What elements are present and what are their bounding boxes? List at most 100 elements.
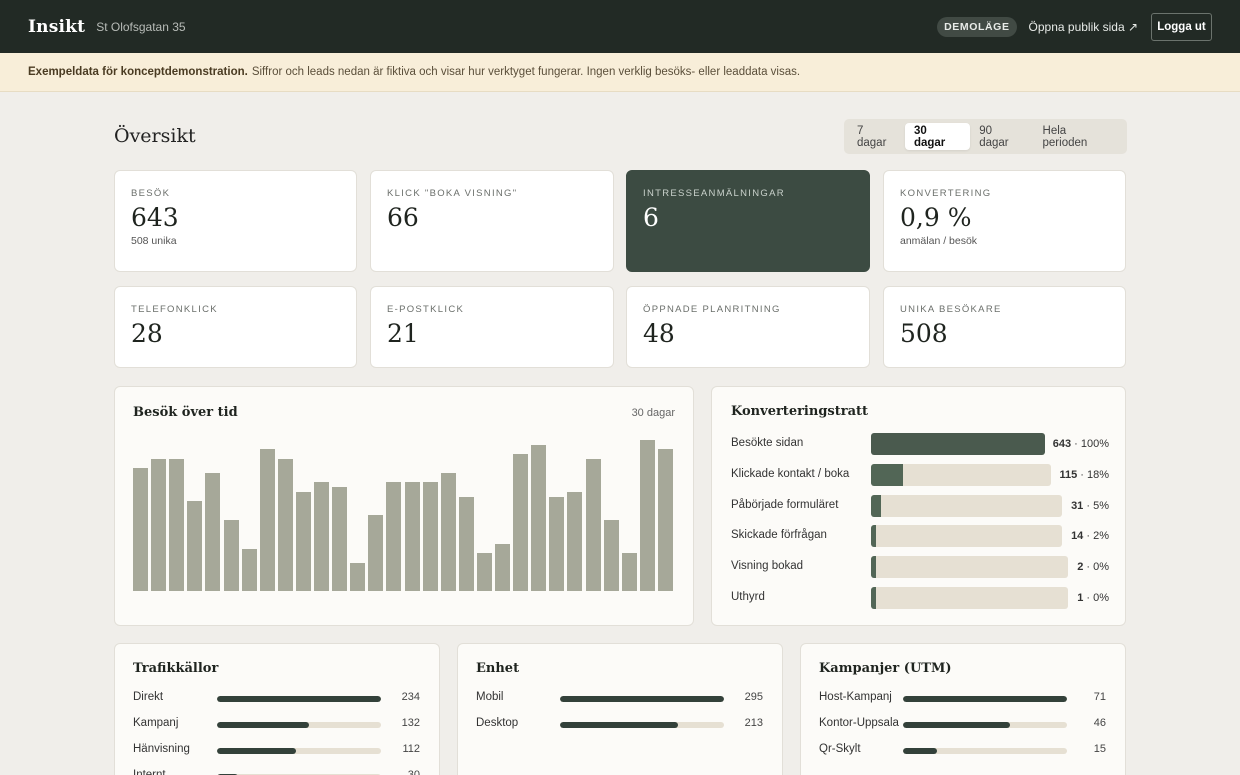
kpi-value: 508 [900, 319, 948, 348]
funnel-step-percent: · 0% [1086, 561, 1109, 574]
conversion-funnel-card: Konverteringstratt Besökte sidan 643 · 10… [711, 386, 1126, 626]
device-row: Desktop 213 [476, 717, 763, 733]
chart-bar [549, 497, 565, 591]
chart-bar [133, 468, 149, 591]
chart-bar [585, 459, 601, 591]
chart-bar [151, 459, 167, 591]
device-row-value: 295 [744, 691, 763, 703]
funnel-step-track [871, 494, 1062, 517]
chart-bar [639, 440, 655, 591]
kpi-card: TELEFONKLICK 28 [114, 286, 357, 368]
traffic-sources-card: Trafikkällor Direkt 234 Kampanj 132 Hänvisni… [114, 643, 440, 775]
traffic-row: Hänvisning 112 [133, 743, 420, 759]
chart-bar [476, 553, 492, 591]
brand-logo[interactable]: Insikt [28, 17, 85, 37]
chart-bar [314, 482, 330, 591]
campaigns-row-value: 15 [1093, 743, 1106, 755]
traffic-row: Internt 30 [133, 769, 420, 775]
funnel-step-label: Besökte sidan [731, 437, 804, 449]
open-public-page-link[interactable]: Öppna publik sida ↗ [1029, 20, 1138, 34]
chart-bar [621, 553, 637, 591]
funnel-step-percent: · 5% [1086, 499, 1109, 512]
top-navigation-bar: Insikt St Olofsgatan 35 DEMOLÄGE Öppna p… [0, 0, 1240, 53]
campaigns-row-label: Host-Kampanj [819, 691, 892, 703]
funnel-step: Besökte sidan 643 · 100% [731, 433, 1109, 455]
funnel-step-label: Skickade förfrågan [731, 529, 827, 542]
traffic-row-fill [217, 748, 296, 754]
logout-button[interactable]: Logga ut [1151, 12, 1212, 41]
device-row-track [560, 722, 724, 728]
funnel-step-fill [871, 525, 876, 548]
funnel-step-number: 115 [1059, 468, 1078, 481]
kpi-label: TELEFONKLICK [131, 304, 218, 315]
chart-bar [657, 449, 673, 591]
funnel-step-count: 14 · 2% [1071, 530, 1109, 542]
kpi-value: 643 [131, 203, 179, 232]
funnel-step-fill [871, 463, 904, 486]
funnel-step-label: Visning bokad [731, 560, 804, 573]
device-title: Enhet [476, 661, 520, 676]
funnel-step: Uthyrd 1 · 0% [731, 587, 1109, 609]
funnel-step-count: 1 · 0% [1077, 592, 1109, 604]
chart-bar [531, 445, 547, 591]
chart-bar [603, 520, 619, 591]
device-row-fill [560, 696, 724, 702]
chart-bar [241, 549, 257, 591]
chart-bar [332, 487, 348, 591]
funnel-step-number: 31 [1071, 499, 1084, 512]
campaigns-row: Qr-Skylt 15 [819, 743, 1106, 759]
range-tab[interactable]: 90 dagar [970, 123, 1033, 150]
funnel-step-fill [871, 433, 1045, 455]
traffic-row-value: 234 [401, 691, 420, 703]
range-tab[interactable]: 30 dagar [904, 123, 971, 150]
kpi-card: UNIKA BESÖKARE 508 [883, 286, 1126, 368]
campaigns-row-fill [903, 696, 1067, 702]
chart-bar [187, 501, 203, 591]
campaigns-row-track [903, 722, 1067, 728]
funnel-step-count: 115 · 18% [1059, 469, 1109, 481]
banner-bold-text: Exempeldata för konceptdemonstration. [28, 66, 248, 78]
demo-mode-badge: DEMOLÄGE [937, 16, 1017, 37]
device-row-value: 213 [744, 717, 763, 729]
traffic-row: Kampanj 132 [133, 717, 420, 733]
kpi-label: KONVERTERING [900, 188, 992, 199]
kpi-value: 28 [131, 319, 163, 348]
range-tab[interactable]: Hela perioden [1034, 123, 1123, 150]
traffic-row-label: Kampanj [133, 717, 179, 729]
date-range-tabs: 7 dagar 30 dagar 90 dagar Hela perioden [844, 119, 1127, 154]
traffic-row-label: Hänvisning [133, 743, 190, 755]
funnel-step-label: Påbörjade formuläret [731, 498, 839, 511]
funnel-step-number: 643 [1052, 438, 1072, 450]
traffic-row: Direkt 234 [133, 691, 420, 707]
visits-chart-title: Besök över tid [133, 405, 238, 420]
device-row-fill [560, 722, 679, 728]
funnel-step-track [871, 433, 1045, 455]
kpi-card: E-POSTKLICK 21 [370, 286, 614, 368]
chart-bar [495, 544, 511, 591]
campaigns-row-label: Qr-Skylt [819, 743, 861, 755]
traffic-row-value: 30 [407, 769, 420, 775]
device-row: Mobil 295 [476, 691, 763, 707]
chart-bar [386, 482, 402, 591]
range-tab[interactable]: 7 dagar [848, 123, 905, 150]
chart-bar [422, 482, 438, 591]
visits-chart-range: 30 dagar [631, 407, 675, 419]
property-address: St Olofsgatan 35 [96, 19, 186, 34]
device-row-label: Mobil [476, 691, 504, 703]
kpi-value: 0,9 % [900, 203, 972, 232]
kpi-label: UNIKA BESÖKARE [900, 304, 1002, 315]
traffic-row-track [217, 748, 381, 754]
campaigns-title: Kampanjer (UTM) [819, 661, 952, 676]
chart-bar [458, 497, 474, 591]
chart-bar [205, 473, 221, 591]
funnel-step: Påbörjade formuläret 31 · 5% [731, 494, 1109, 517]
banner-text: Siffror och leads nedan är fiktiva och v… [251, 66, 801, 78]
chart-bar [440, 473, 456, 591]
funnel-step: Skickade förfrågan 14 · 2% [731, 525, 1109, 548]
device-row-track [560, 696, 724, 702]
funnel-step-track [871, 463, 1051, 486]
chart-bar [350, 563, 366, 591]
campaigns-row: Kontor-Uppsala 46 [819, 717, 1106, 733]
kpi-sub: anmälan / besök [900, 235, 978, 247]
funnel-step-percent: · 18% [1080, 468, 1109, 481]
